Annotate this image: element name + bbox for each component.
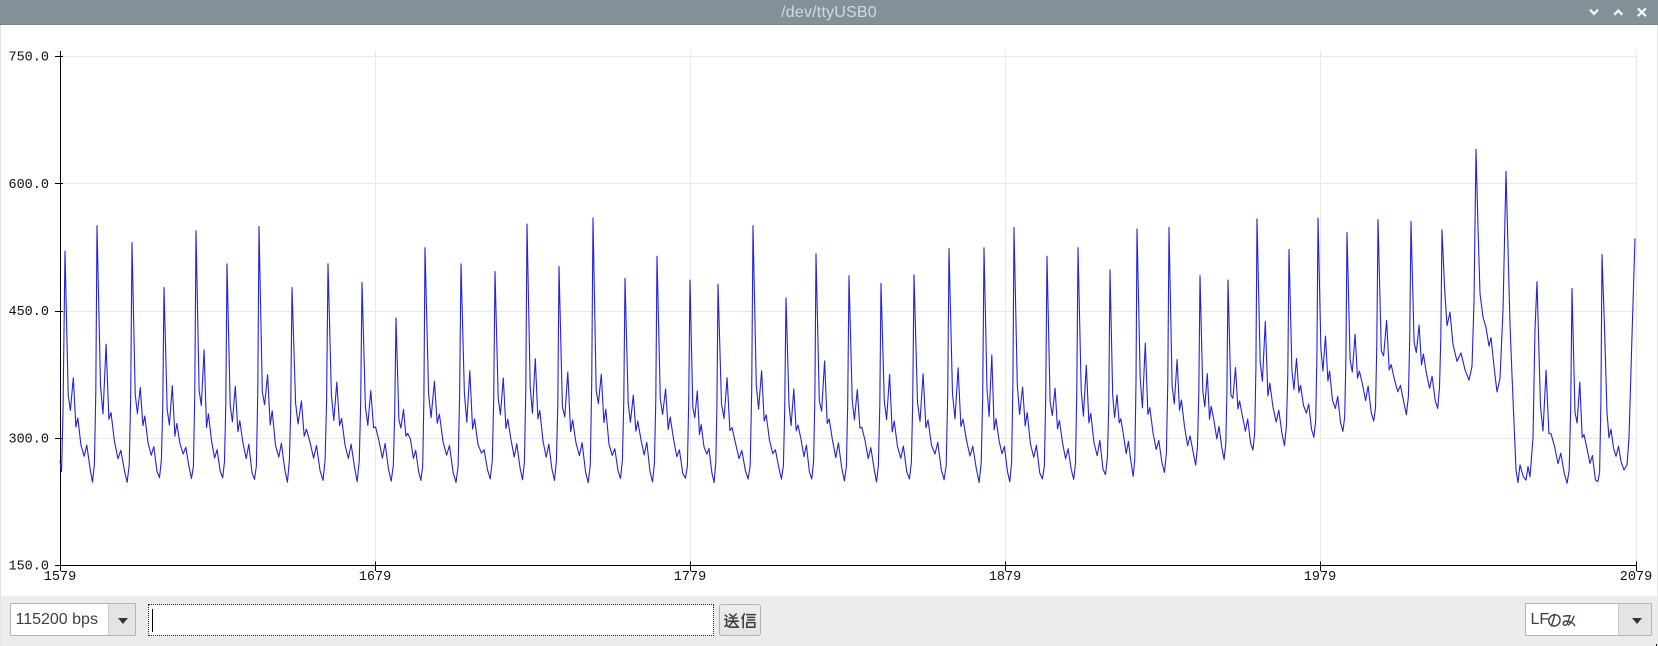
svg-text:2079: 2079 — [1620, 570, 1652, 585]
svg-text:450.0: 450.0 — [8, 305, 49, 320]
svg-text:1579: 1579 — [44, 570, 76, 585]
svg-text:1879: 1879 — [989, 570, 1021, 585]
svg-text:1979: 1979 — [1304, 570, 1336, 585]
svg-text:600.0: 600.0 — [8, 178, 49, 193]
svg-text:1679: 1679 — [359, 570, 391, 585]
svg-text:750.0: 750.0 — [8, 51, 49, 66]
svg-text:1779: 1779 — [674, 570, 706, 585]
svg-text:300.0: 300.0 — [8, 433, 49, 448]
